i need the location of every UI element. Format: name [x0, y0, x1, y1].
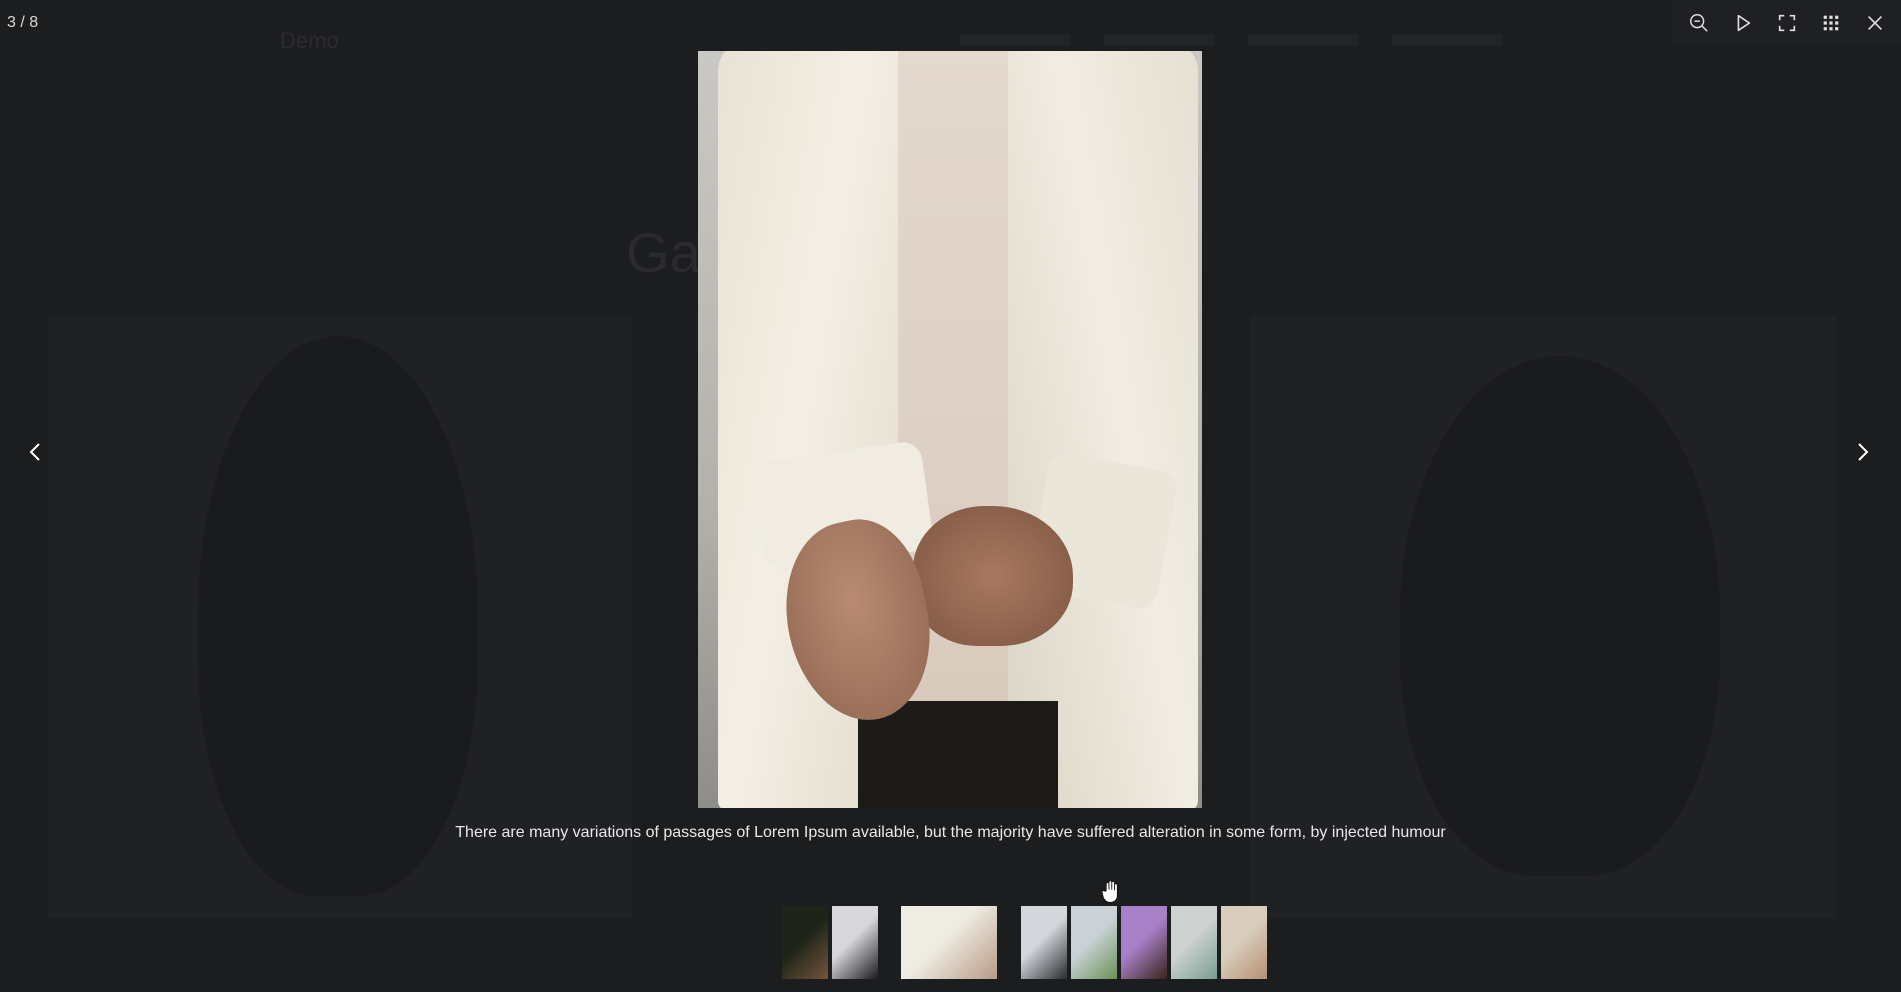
thumbnail-8[interactable] — [1221, 906, 1267, 979]
close-icon — [1867, 15, 1883, 30]
lightbox-toolbar — [1673, 0, 1901, 45]
slide-counter: 3 / 8 — [7, 14, 39, 31]
fullscreen-icon — [1778, 14, 1796, 31]
fullscreen-button[interactable] — [1771, 7, 1803, 39]
previous-button[interactable] — [16, 432, 56, 472]
chevron-left-icon — [29, 443, 40, 461]
next-button[interactable] — [1842, 432, 1882, 472]
thumbnail-7[interactable] — [1171, 906, 1217, 979]
zoom-out-button[interactable] — [1683, 7, 1715, 39]
zoom-out-icon — [1690, 13, 1708, 32]
thumbnail-5[interactable] — [1071, 906, 1117, 979]
grab-cursor-icon — [1101, 880, 1118, 903]
grid-icon — [1823, 15, 1839, 30]
play-icon — [1737, 14, 1751, 31]
thumbnail-6[interactable] — [1121, 906, 1167, 979]
thumbnail-3[interactable] — [901, 906, 997, 979]
thumbnail-4[interactable] — [1021, 906, 1067, 979]
background-logo: Demo — [280, 28, 339, 53]
slideshow-button[interactable] — [1727, 7, 1759, 39]
image-caption: There are many variations of passages of… — [455, 824, 1446, 841]
thumbnail-1[interactable] — [782, 906, 828, 979]
thumbnails-button[interactable] — [1815, 7, 1847, 39]
close-button[interactable] — [1859, 7, 1891, 39]
thumbnail-2[interactable] — [832, 906, 878, 979]
main-image[interactable] — [698, 51, 1202, 808]
chevron-right-icon — [1858, 443, 1869, 461]
background-nav — [960, 34, 1502, 46]
